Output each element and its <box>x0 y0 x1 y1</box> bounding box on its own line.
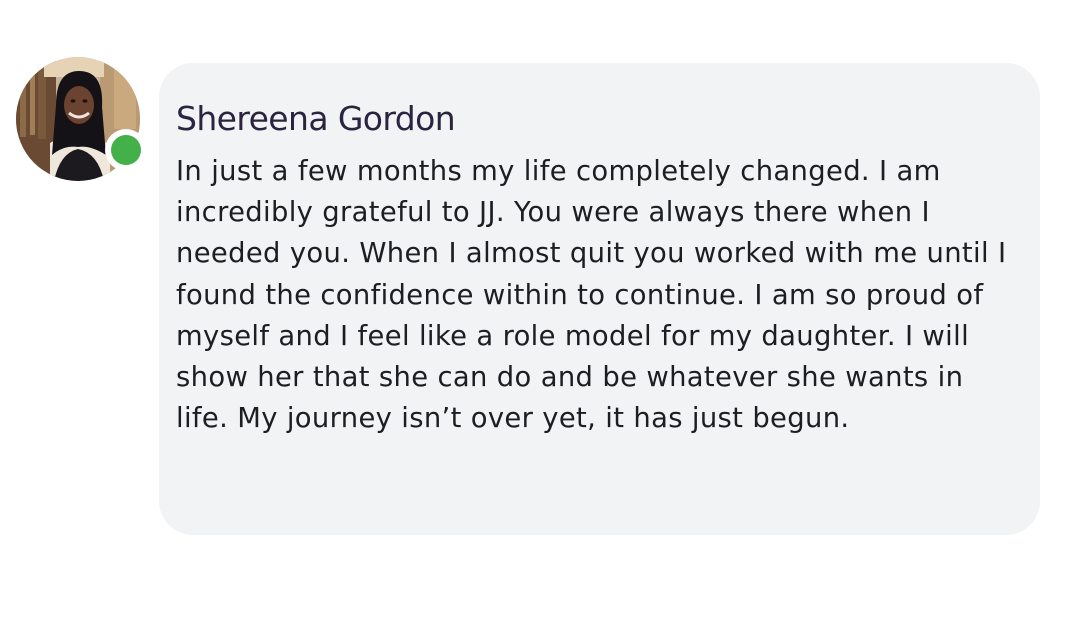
author-name[interactable]: Shereena Gordon <box>176 97 1010 141</box>
online-status-dot-icon <box>111 135 141 165</box>
comment-bubble: Shereena Gordon In just a few months my … <box>159 63 1040 535</box>
online-status-badge <box>105 129 147 171</box>
comment: Shereena Gordon In just a few months my … <box>0 0 1080 628</box>
avatar-container[interactable] <box>16 57 147 181</box>
comment-text: In just a few months my life completely … <box>176 156 1007 435</box>
